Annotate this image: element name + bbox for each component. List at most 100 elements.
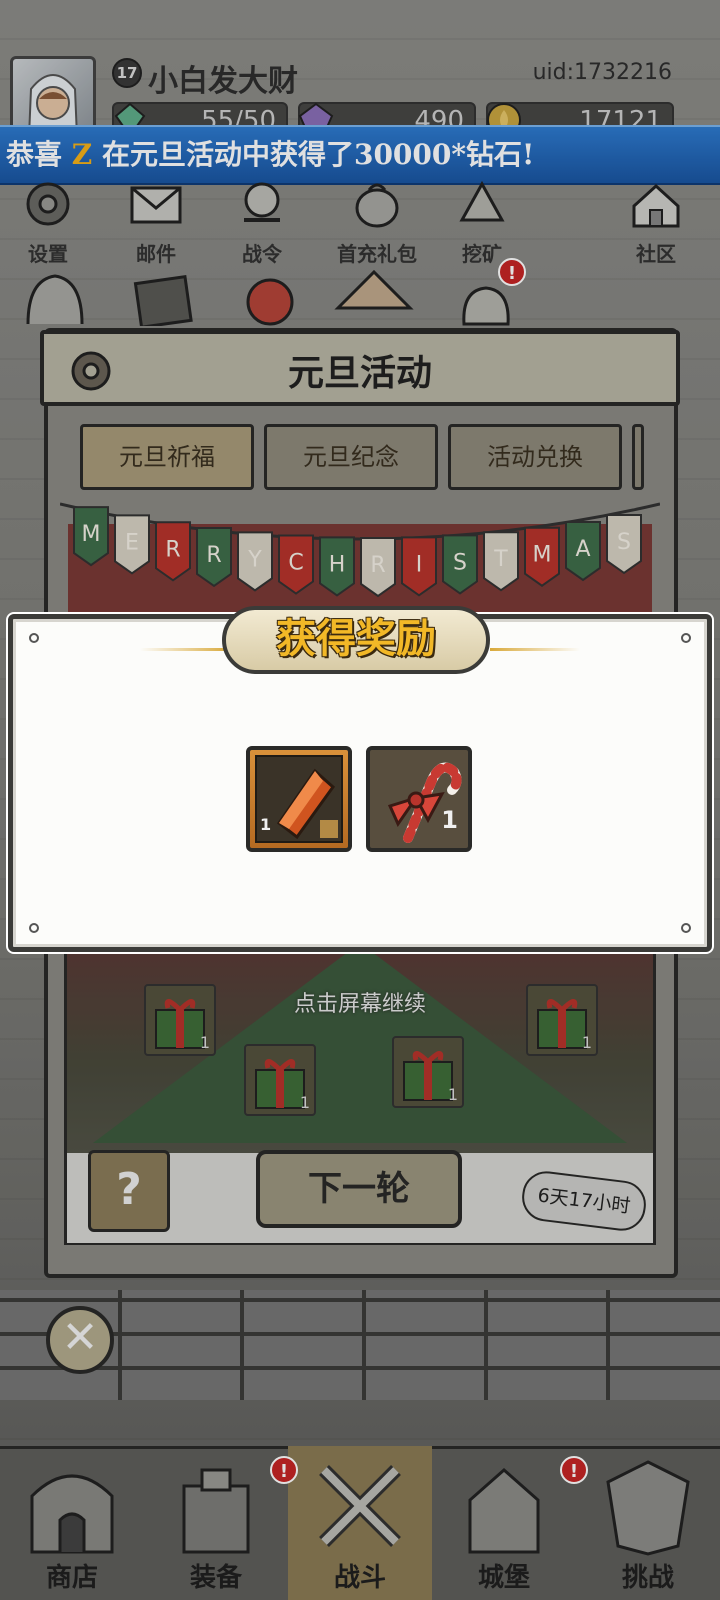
castle-icon [468, 1467, 540, 1554]
nav-battle[interactable]: 战斗 [288, 1446, 432, 1600]
community-icon [632, 183, 680, 228]
banner-message: 在元旦活动中获得了30000*钻石! [101, 138, 535, 171]
reward-qty: 1 [441, 806, 458, 834]
player-uid: uid:1732216 [532, 60, 672, 85]
next-round-button[interactable]: 下一轮 [256, 1150, 462, 1228]
garland-letter: T [493, 547, 508, 572]
garland-letter: I [416, 552, 423, 577]
equipment-icon [182, 1468, 250, 1554]
garland-letter: S [617, 530, 631, 555]
nav-challenge[interactable]: 挑战 [576, 1446, 720, 1600]
helmet-icon[interactable] [20, 270, 90, 326]
first-recharge-button[interactable]: 首充礼包 [322, 176, 432, 267]
garland-flag: M [73, 506, 109, 567]
corner-rivet [29, 633, 39, 643]
mystery-box-button[interactable]: ? [88, 1150, 170, 1232]
mail-icon [130, 186, 182, 224]
garland-flag: Y [237, 531, 273, 592]
tab-event-exchange[interactable]: 活动兑换 [448, 424, 622, 490]
corner-rivet [681, 633, 691, 643]
nav-shop[interactable]: 商店 [0, 1446, 144, 1600]
castle-alert-badge: ! [560, 1456, 588, 1484]
reward-title: 获得奖励 [222, 606, 490, 674]
first-recharge-icon [355, 183, 399, 228]
garland-flag: T [483, 531, 519, 592]
gift-box[interactable]: 1 [244, 1044, 316, 1116]
garland-letter: C [288, 551, 303, 576]
garland-letter: M [82, 522, 101, 547]
activity-panel-header: 元旦活动 [40, 330, 680, 406]
nav-equipment[interactable]: 装备 [144, 1446, 288, 1600]
gift-box[interactable]: 1 [392, 1036, 464, 1108]
gift-qty: 1 [581, 1033, 592, 1052]
equipment-alert-badge: ! [270, 1456, 298, 1484]
garland-flag: E [114, 514, 150, 575]
mining-button[interactable]: 挖矿 [432, 176, 532, 267]
corner-rivet [29, 923, 39, 933]
garland-letter: R [206, 543, 221, 568]
garland-letter: M [533, 543, 552, 568]
tap-to-continue-hint: 点击屏幕继续 [293, 992, 426, 1017]
close-button[interactable]: ✕ [46, 1306, 114, 1374]
garland-flag: S [442, 534, 478, 595]
garland-letter: R [370, 553, 385, 578]
ranking-icon[interactable] [334, 268, 414, 324]
reward-qty: 1 [260, 815, 272, 834]
shop-icon [30, 1474, 114, 1554]
hourglass-icon[interactable] [128, 270, 198, 326]
garland-letter: E [125, 530, 139, 555]
battle-pass-icon [244, 182, 280, 222]
first-recharge-label: 首充礼包 [337, 242, 417, 266]
community-label: 社区 [636, 242, 676, 266]
banner-player-name: Z [71, 138, 93, 171]
mining-label: 挖矿 [462, 242, 502, 266]
battle-pass-button[interactable]: 战令 [212, 176, 312, 267]
mail-button[interactable]: 邮件 [106, 176, 206, 267]
garland-flag: H [319, 536, 355, 597]
garland-letter: R [165, 537, 180, 562]
christmas-garland: MERRYCHRISTMAS [60, 502, 660, 614]
gift-qty: 1 [447, 1085, 458, 1104]
battle-icon [319, 1465, 401, 1547]
settings-button[interactable]: 设置 [0, 176, 98, 267]
tab-new-year-memorial[interactable]: 元旦纪念 [264, 424, 438, 490]
title-rule-right [490, 648, 580, 651]
player-name: 小白发大财 [148, 64, 298, 99]
reward-item-crystal[interactable]: 1 [246, 746, 352, 852]
garland-letter: A [575, 537, 590, 562]
garland-flag: M [524, 526, 560, 587]
garland-flag: S [606, 513, 642, 575]
garland-flag: R [155, 521, 191, 582]
level-badge: 17 [112, 58, 142, 88]
mining-icon [459, 180, 505, 222]
nav-castle[interactable]: 城堡 [432, 1446, 576, 1600]
nav-equipment-label: 装备 [189, 1563, 242, 1593]
challenge-icon [606, 1460, 690, 1556]
reward-item-candy-cane[interactable]: 1 [366, 746, 472, 852]
gift-qty: 1 [299, 1093, 310, 1112]
garland-flag: R [360, 536, 396, 598]
mail-label: 邮件 [136, 242, 176, 266]
gear-icon [26, 182, 70, 226]
nav-challenge-label: 挑战 [621, 1563, 674, 1593]
garland-letter: S [453, 550, 467, 575]
battle-pass-label: 战令 [242, 242, 282, 266]
nav-shop-label: 商店 [45, 1563, 98, 1593]
garland-letter: Y [247, 547, 262, 572]
tab-overflow[interactable] [632, 424, 644, 490]
tab-new-year-blessing[interactable]: 元旦祈福 [80, 424, 254, 490]
nav-battle-label: 战斗 [333, 1563, 386, 1593]
gift-qty: 1 [199, 1033, 210, 1052]
reward-type-icon [318, 818, 340, 840]
banner-prefix: 恭喜 [6, 138, 63, 171]
nav-castle-label: 城堡 [477, 1563, 530, 1593]
garland-flag: I [401, 536, 437, 597]
lantern-icon[interactable] [240, 270, 300, 326]
garland-letter: H [329, 552, 346, 577]
garland-flag: R [196, 526, 232, 588]
title-rule-left [140, 648, 230, 651]
settings-label: 设置 [28, 242, 68, 266]
community-button[interactable]: 社区 [606, 176, 706, 267]
notification-badge: ! [498, 258, 526, 286]
garland-flag: C [278, 534, 314, 595]
